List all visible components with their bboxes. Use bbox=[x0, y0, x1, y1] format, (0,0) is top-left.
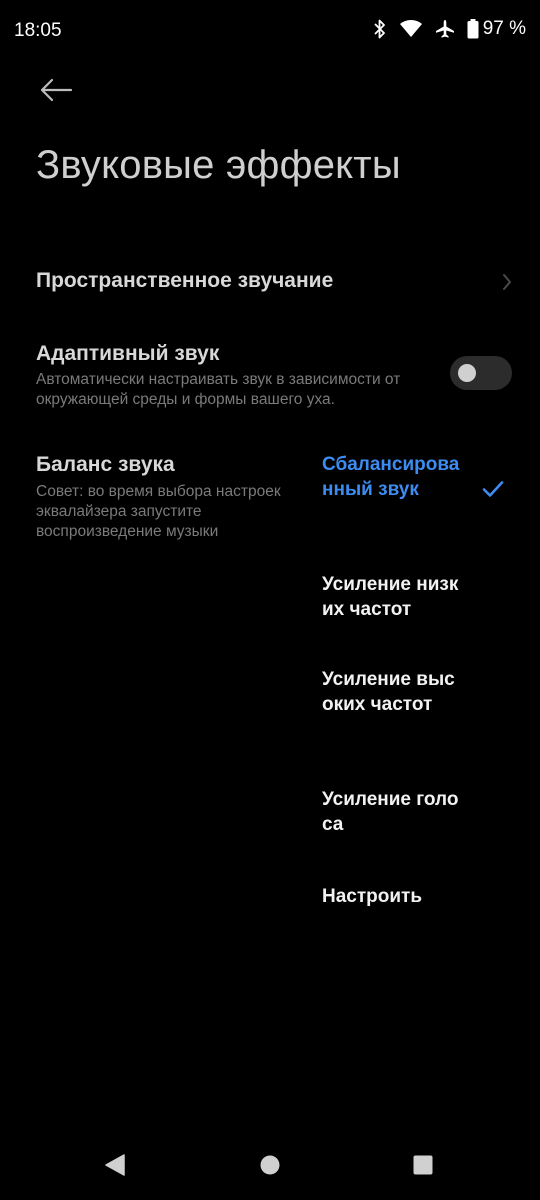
toggle-knob bbox=[458, 364, 476, 382]
eq-option-treble-boost[interactable]: Усиление высоких частот bbox=[322, 667, 522, 717]
status-time: 18:05 bbox=[14, 20, 62, 41]
eq-option-voice-boost[interactable]: Усиление голоса bbox=[322, 787, 522, 837]
back-triangle-icon bbox=[104, 1153, 126, 1182]
nav-back-button[interactable] bbox=[85, 1134, 145, 1200]
eq-option-bass-boost[interactable]: Усиление низких частот bbox=[322, 572, 522, 622]
arrow-left-icon bbox=[39, 78, 73, 107]
battery-percent: 97 % bbox=[482, 18, 526, 39]
status-bar: 18:05 97 % bbox=[0, 0, 540, 64]
eq-option-label: Настроить bbox=[322, 886, 423, 907]
eq-option-label: Сбалансированный звук bbox=[322, 454, 460, 500]
nav-recents-button[interactable] bbox=[393, 1134, 453, 1200]
sound-balance-title: Баланс звука bbox=[36, 453, 175, 476]
adaptive-sound-toggle[interactable] bbox=[450, 356, 512, 390]
checkmark-icon bbox=[482, 480, 504, 503]
home-circle-icon bbox=[259, 1154, 281, 1181]
bluetooth-icon bbox=[373, 18, 387, 40]
eq-option-label: Усиление низких частот bbox=[322, 574, 459, 620]
adaptive-sound-title: Адаптивный звук bbox=[36, 342, 220, 365]
eq-option-custom[interactable]: Настроить bbox=[322, 884, 522, 909]
wifi-icon bbox=[399, 19, 423, 39]
recents-square-icon bbox=[412, 1154, 434, 1181]
eq-option-label: Усиление высоких частот bbox=[322, 669, 455, 715]
eq-option-label: Усиление голоса bbox=[322, 789, 459, 835]
spatial-sound-row[interactable]: Пространственное звучание bbox=[0, 255, 540, 311]
chevron-right-icon bbox=[502, 273, 512, 296]
navigation-bar bbox=[0, 1134, 540, 1200]
sound-balance-tip: Совет: во время выбора настроек эквалайз… bbox=[36, 483, 281, 540]
battery-indicator: 97 % bbox=[467, 18, 526, 40]
battery-icon bbox=[467, 19, 479, 39]
page-title: Звуковые эффекты bbox=[36, 143, 401, 187]
spatial-sound-title: Пространственное звучание bbox=[36, 269, 334, 292]
adaptive-sound-description: Автоматически настраивать звук в зависим… bbox=[36, 371, 401, 408]
nav-home-button[interactable] bbox=[240, 1134, 300, 1200]
status-icons: 97 % bbox=[373, 18, 526, 40]
eq-option-balanced[interactable]: Сбалансированный звук bbox=[322, 452, 522, 502]
airplane-icon bbox=[435, 19, 455, 39]
adaptive-sound-row: Адаптивный звук Автоматически настраиват… bbox=[0, 335, 540, 415]
back-button[interactable] bbox=[34, 72, 78, 112]
